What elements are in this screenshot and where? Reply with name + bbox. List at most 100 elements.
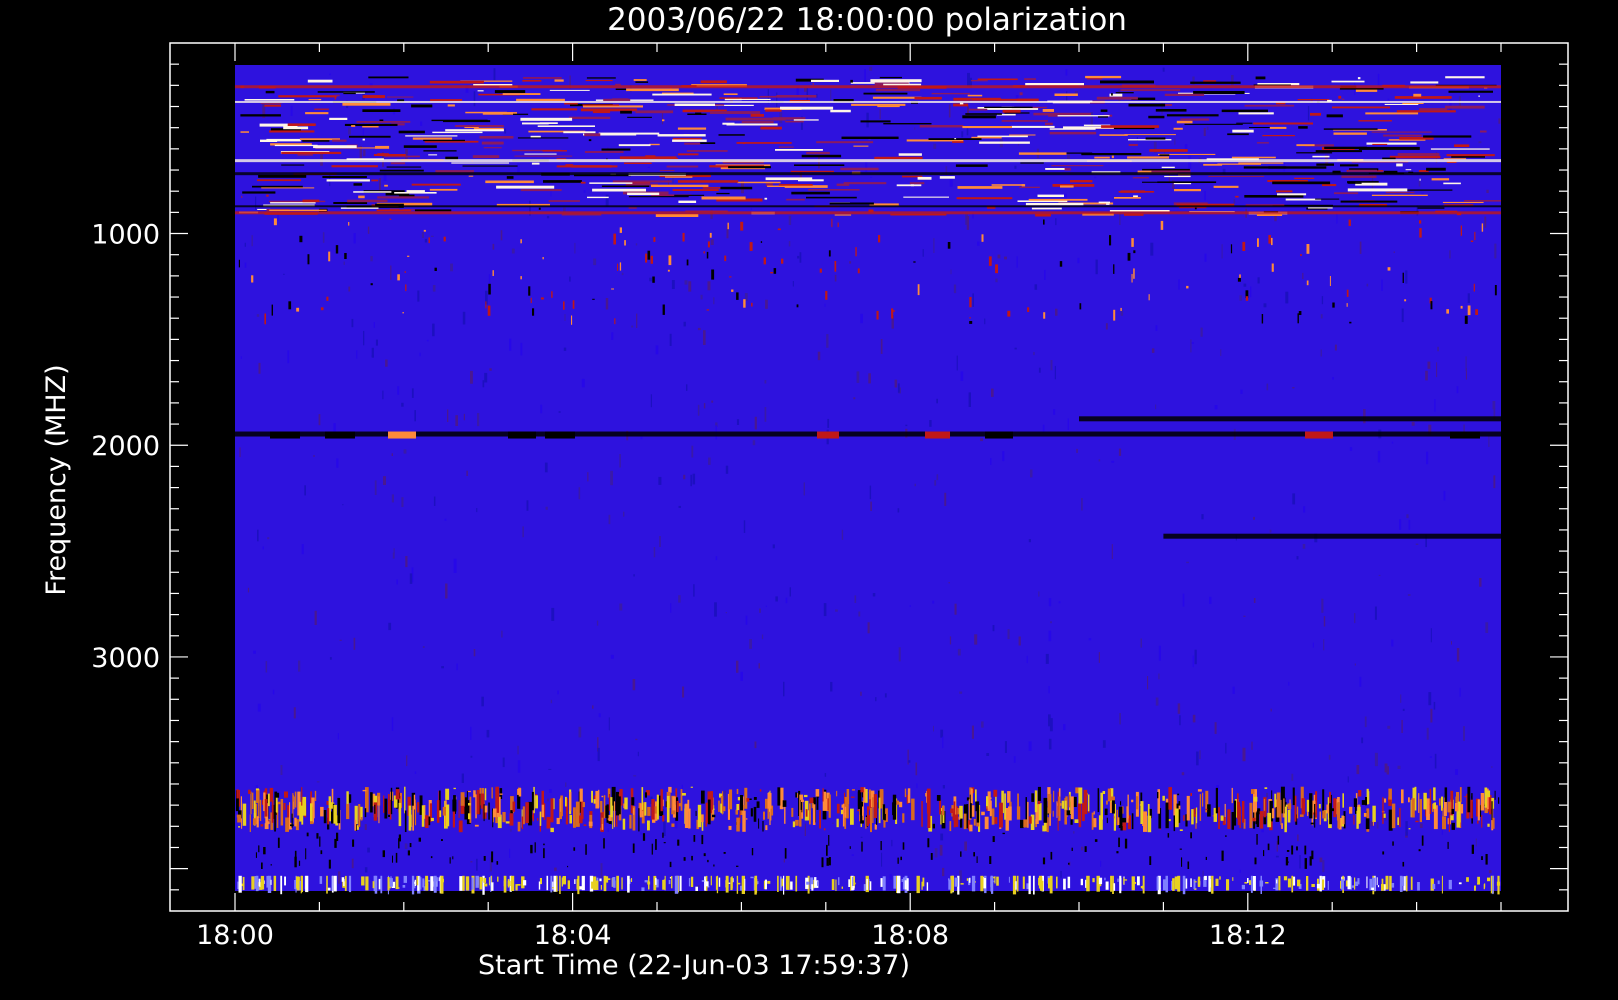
noise-mark: [805, 809, 808, 817]
noise-mark: [674, 875, 679, 894]
noise-mark: [1004, 256, 1007, 260]
noise-mark: [1466, 877, 1469, 882]
noise-mark: [1268, 235, 1271, 244]
noise-mark: [1378, 574, 1381, 576]
noise-mark: [1358, 790, 1362, 797]
noise-mark: [921, 801, 923, 827]
noise-mark: [1106, 800, 1108, 805]
noise-mark: [986, 753, 990, 756]
noise-mark: [1449, 98, 1452, 111]
noise-mark: [911, 798, 915, 821]
noise-mark: [922, 877, 925, 887]
noise-mark: [1227, 809, 1231, 829]
noise-mark: [463, 413, 465, 421]
noise-mark: [523, 77, 562, 79]
noise-mark: [960, 851, 962, 857]
noise-mark: [1016, 806, 1021, 820]
noise-mark: [244, 99, 295, 101]
noise-mark: [608, 794, 610, 811]
streak-segment: [1450, 431, 1480, 439]
noise-mark: [438, 877, 440, 882]
noise-mark: [563, 301, 565, 310]
noise-mark: [1214, 405, 1218, 410]
noise-mark: [379, 169, 424, 172]
noise-mark: [1209, 879, 1211, 888]
noise-mark: [271, 304, 273, 316]
noise-mark: [647, 250, 651, 260]
noise-mark: [1034, 790, 1038, 813]
noise-mark: [417, 802, 420, 813]
noise-mark: [344, 253, 347, 259]
noise-mark: [1049, 718, 1053, 732]
noise-mark: [1182, 593, 1185, 607]
noise-mark: [411, 388, 414, 398]
noise-mark: [778, 184, 813, 186]
noise-mark: [723, 790, 726, 801]
noise-mark: [1007, 629, 1010, 640]
noise-mark: [1182, 875, 1186, 895]
noise-mark: [631, 325, 634, 328]
noise-mark: [992, 625, 995, 632]
noise-mark: [601, 148, 631, 151]
noise-mark: [750, 876, 754, 879]
noise-mark: [475, 794, 477, 819]
noise-mark: [370, 283, 373, 286]
noise-mark: [265, 661, 268, 673]
noise-mark: [1113, 309, 1116, 321]
noise-mark: [1479, 578, 1482, 587]
noise-mark: [281, 151, 342, 155]
noise-mark: [266, 821, 270, 825]
noise-mark: [1131, 813, 1134, 830]
noise-mark: [1480, 793, 1485, 811]
noise-mark: [1058, 796, 1061, 821]
noise-mark: [1433, 802, 1436, 809]
noise-mark: [580, 181, 586, 184]
noise-mark: [484, 788, 487, 801]
noise-mark: [411, 183, 461, 186]
noise-mark: [395, 876, 399, 890]
noise-mark: [811, 79, 839, 82]
noise-mark: [968, 877, 971, 883]
noise-mark: [1064, 193, 1067, 199]
noise-mark: [1260, 875, 1262, 894]
noise-mark: [1415, 543, 1419, 545]
noise-mark: [1323, 639, 1325, 651]
streak-segment: [270, 431, 300, 439]
noise-mark: [995, 264, 998, 274]
noise-mark: [984, 816, 989, 830]
noise-mark: [613, 801, 615, 828]
noise-mark: [582, 802, 585, 808]
noise-mark: [1419, 108, 1448, 111]
noise-mark: [857, 791, 861, 809]
noise-mark: [1488, 435, 1490, 447]
noise-mark: [484, 805, 488, 813]
noise-mark: [851, 854, 854, 856]
noise-mark: [329, 657, 332, 660]
noise-mark: [1253, 796, 1258, 802]
noise-mark: [288, 301, 292, 310]
noise-mark: [874, 824, 877, 830]
noise-mark: [252, 185, 303, 188]
noise-mark: [1002, 451, 1005, 462]
noise-mark: [618, 794, 621, 796]
noise-mark: [269, 130, 315, 133]
noise-mark: [792, 821, 796, 828]
noise-mark: [1179, 848, 1182, 850]
noise-mark: [1349, 447, 1353, 451]
noise-mark: [483, 147, 502, 149]
noise-mark: [757, 881, 759, 884]
noise-mark: [619, 227, 622, 233]
noise-mark: [872, 797, 874, 823]
noise-mark: [390, 787, 393, 815]
noise-mark: [334, 838, 337, 848]
noise-mark: [578, 726, 582, 738]
noise-mark: [1287, 878, 1291, 888]
noise-mark: [1048, 630, 1052, 642]
noise-mark: [274, 812, 276, 832]
noise-mark: [1312, 642, 1314, 648]
noise-mark: [806, 881, 810, 885]
noise-mark: [328, 859, 331, 869]
noise-mark: [1237, 277, 1241, 282]
noise-mark: [326, 296, 329, 301]
noise-mark: [1302, 544, 1306, 549]
